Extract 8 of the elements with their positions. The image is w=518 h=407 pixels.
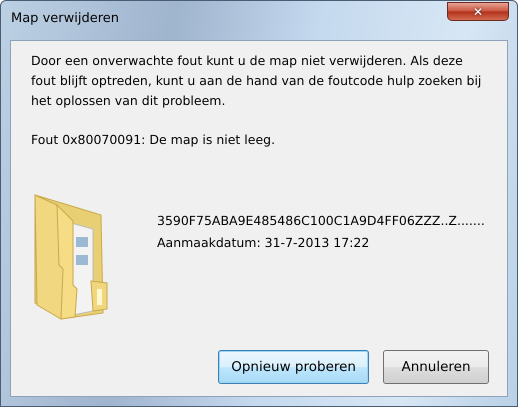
retry-button[interactable]: Opnieuw proberen (218, 350, 369, 384)
error-message: Door een onverwachte fout kunt u de map niet verwijderen. Als deze fout blijft optreden, kunt u aan de hand van de foutcode hulp zoeken bij het oplossen van dit probleem. (31, 52, 482, 110)
close-button[interactable]: ✕ (447, 2, 509, 21)
cancel-button[interactable]: Annuleren (383, 350, 489, 384)
error-code-text: Fout 0x80070091: De map is niet leeg. (31, 131, 276, 149)
window-title: Map verwijderen (11, 10, 120, 28)
folder-name: 3590F75ABA9E485486C100C1A9D4FF06ZZZ..Z....... (157, 212, 485, 230)
creation-date: Aanmaakdatum: 31-7-2013 17:22 (157, 234, 370, 252)
